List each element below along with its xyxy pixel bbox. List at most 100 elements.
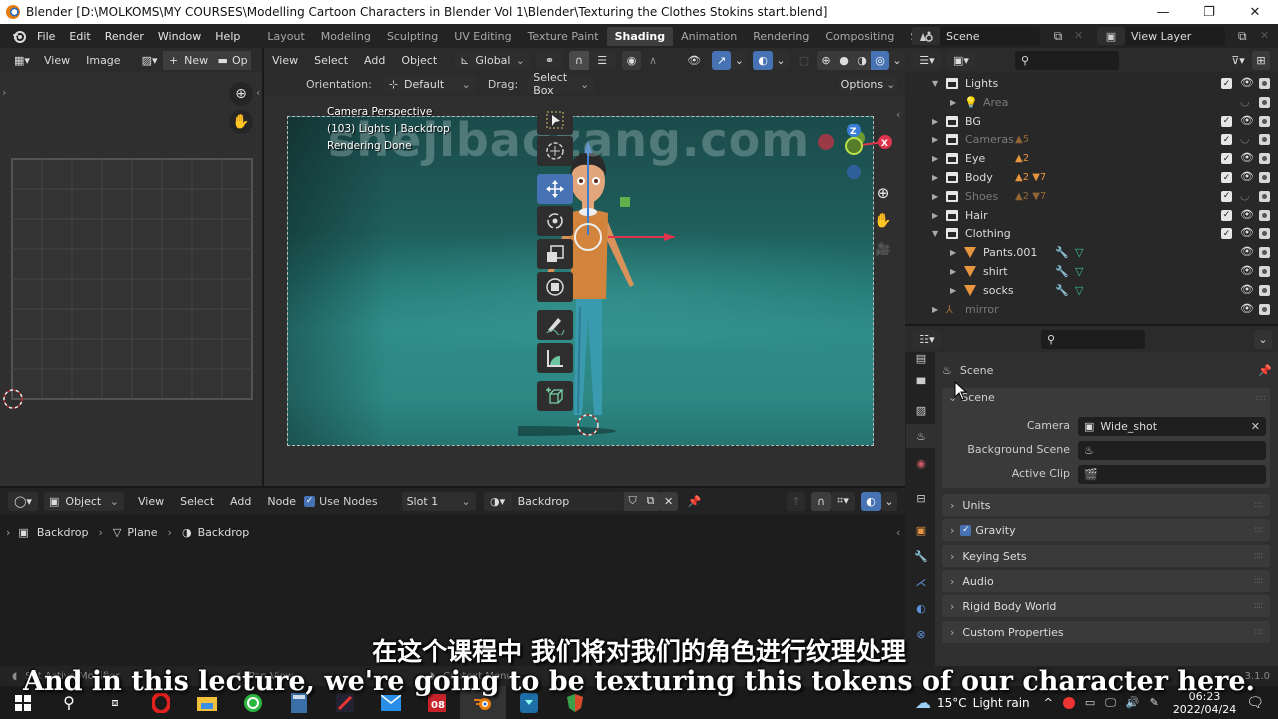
child-count-badge[interactable]: ▲2 ▼7 [1015,191,1046,202]
open-image-button[interactable]: ▬ Op [214,50,251,70]
shader-type-dropdown[interactable]: ▣ Object ⌄ [44,491,124,511]
outliner-row[interactable]: ▶ Cameras ▲5 ✓ ◡ [905,130,1278,149]
drag-grip-icon[interactable]: :::: [1255,393,1266,402]
image-browse-icon[interactable]: ▨▾ [136,50,163,70]
eye-icon[interactable]: 👁 [1240,264,1254,277]
tab-shading[interactable]: Shading [606,26,674,46]
properties-options-dropdown[interactable]: ⌄ [1254,329,1272,349]
expand-toggle-icon[interactable]: ▶ [932,117,938,126]
transform-orientation-dropdown[interactable]: ⊾ Global ⌄ [455,50,530,70]
sidebar-toggle-icon[interactable]: ‹ [256,86,260,99]
menu-window[interactable]: Window [151,30,208,43]
proportional-edit-icon[interactable]: ◉ [621,50,642,70]
expand-toggle-icon[interactable]: ▶ [932,305,938,314]
render-camera-icon[interactable] [1259,209,1270,221]
outliner-row[interactable]: ▶ BG ✓ 👁 [905,112,1278,131]
expand-toggle-icon[interactable]: ▶ [950,98,956,107]
overlay-toggle-icon[interactable]: ◐ [753,50,773,70]
transform-tool[interactable] [537,272,573,302]
minimize-button[interactable]: — [1140,0,1186,24]
options-dropdown[interactable]: Options ⌄ [839,74,897,94]
drag-grip-icon[interactable]: :::: [1254,500,1263,510]
camera-view-icon[interactable]: 🎥 [872,238,894,260]
outliner-item-name[interactable]: Area [983,96,1008,109]
use-nodes-checkbox[interactable]: ✓ Use Nodes [304,495,378,508]
render-camera-icon[interactable] [1259,134,1270,146]
render-tab-icon[interactable]: ▀ [912,376,930,392]
render-camera-icon[interactable] [1259,115,1270,127]
battery-icon[interactable]: ▭ [1085,696,1095,709]
modifiers-tab-icon[interactable]: 🔧 [912,548,930,564]
delete-view-layer-icon[interactable]: ✕ [1260,29,1269,42]
outliner-item-name[interactable]: BG [965,115,981,128]
duplicate-scene-icon[interactable]: ⧉ [1050,29,1066,44]
drag-grip-icon[interactable]: :::: [1254,601,1263,611]
sidebar-toggle-icon[interactable]: ‹ [896,108,900,121]
drag-grip-icon[interactable]: :::: [1254,551,1263,561]
select-box-tool[interactable] [537,105,573,135]
snap-target-icon[interactable]: ☰ [588,50,616,70]
tab-sculpting[interactable]: Sculpting [379,27,446,46]
render-camera-icon[interactable] [1259,172,1270,183]
eye-icon[interactable]: 👁 [1240,151,1254,164]
node-menu-view[interactable]: View [130,495,172,508]
drag-dropdown[interactable]: Select Box ⌄ [528,71,595,97]
tab-texture-paint[interactable]: Texture Paint [520,27,607,46]
new-collection-icon[interactable]: ⊞ [1252,50,1270,70]
outliner-item-name[interactable]: shirt [983,265,1008,278]
mesh-data-icon[interactable]: ▽ [1075,284,1083,297]
visibility-selectability-icon[interactable]: 👁 [680,50,708,70]
zoom-view-icon[interactable]: ⊕ [872,182,894,204]
viewport-menu-view[interactable]: View [264,54,306,67]
parent-node-tree-icon[interactable]: ↑ [787,491,805,511]
outliner-item-name[interactable]: mirror [965,303,999,316]
eye-closed-icon[interactable]: ◡ [1240,95,1250,108]
new-image-button[interactable]: + New [162,50,215,70]
scene-tab-icon[interactable]: ♨ [906,424,936,448]
exclude-checkbox[interactable]: ✓ [1221,228,1232,240]
view-layer-field[interactable]: View Layer [1125,27,1225,46]
outliner-row[interactable]: ▶ shirt 🔧 ▽ 👁 [905,262,1278,281]
modifier-wrench-icon[interactable]: 🔧 [1055,284,1069,297]
exclude-checkbox[interactable]: ✓ [1221,172,1232,183]
editor-type-outliner-icon[interactable]: ☰▾ [913,50,941,70]
eye-icon[interactable]: 👁 [1240,302,1254,315]
render-camera-icon[interactable] [1259,303,1270,315]
exclude-checkbox[interactable]: ✓ [1221,78,1232,89]
outliner-row[interactable]: ▼ Lights ✓ 👁 [905,74,1278,93]
display-mode-icon[interactable]: ▣▾ [947,50,975,70]
duplicate-material-icon[interactable]: ⧉ [641,491,660,511]
editor-type-image-icon[interactable]: ▦▾ [8,50,36,70]
overlay-dropdown-icon[interactable]: ⌄ [773,50,789,70]
editor-type-shader-icon[interactable]: ◯▾ [8,491,38,511]
pan-view-hand-icon[interactable]: ✋ [229,110,253,134]
exclude-checkbox[interactable]: ✓ [1221,209,1232,221]
pen-icon[interactable]: ✎ [1150,696,1159,709]
image-menu-image[interactable]: Image [78,54,128,67]
outliner-item-name[interactable]: Body [965,171,993,184]
toolbar-toggle-icon[interactable]: › [2,86,6,99]
camera-view-frame[interactable]: shejibaozang.com [287,116,874,446]
viewport-menu-object[interactable]: Object [393,54,445,67]
3d-viewport[interactable]: View Select Add Object ⊾ Global ⌄ ⚭ ∩ ☰ ◉ … [264,48,905,486]
unlink-material-icon[interactable]: ✕ [659,491,678,511]
rigid-body-world-section[interactable]: › Rigid Body World:::: [942,595,1270,617]
browse-material-icon[interactable]: ◑▾ [483,491,512,511]
outliner-item-name[interactable]: Pants.001 [983,246,1037,259]
annotate-tool[interactable] [537,310,573,340]
editor-type-properties-icon[interactable]: ☷▾ [913,329,941,349]
gravity-section[interactable]: › ✓ Gravity:::: [942,519,1270,541]
tool-tab-icon[interactable]: ▤ [912,350,930,366]
measure-tool[interactable] [537,343,573,373]
outliner-item-name[interactable]: Hair [965,209,988,222]
object-tab-icon[interactable]: ▣ [912,522,930,538]
eye-icon[interactable]: 👁 [1240,76,1254,89]
overlay-dropdown-icon[interactable]: ⌄ [881,491,897,511]
view-layer-selector-icon[interactable]: ▣ [1097,27,1125,45]
outliner-row[interactable]: ▶ socks 🔧 ▽ 👁 [905,281,1278,300]
outliner-row[interactable]: ▶ Shoes ▲2 ▼7 ✓ ◡ [905,187,1278,206]
outliner-item-name[interactable]: Shoes [965,190,998,203]
expand-toggle-icon[interactable]: ▶ [932,154,938,163]
outliner-row[interactable]: ▼ Clothing ✓ 👁 [905,224,1278,243]
background-scene-field[interactable]: ♨ [1078,441,1266,460]
